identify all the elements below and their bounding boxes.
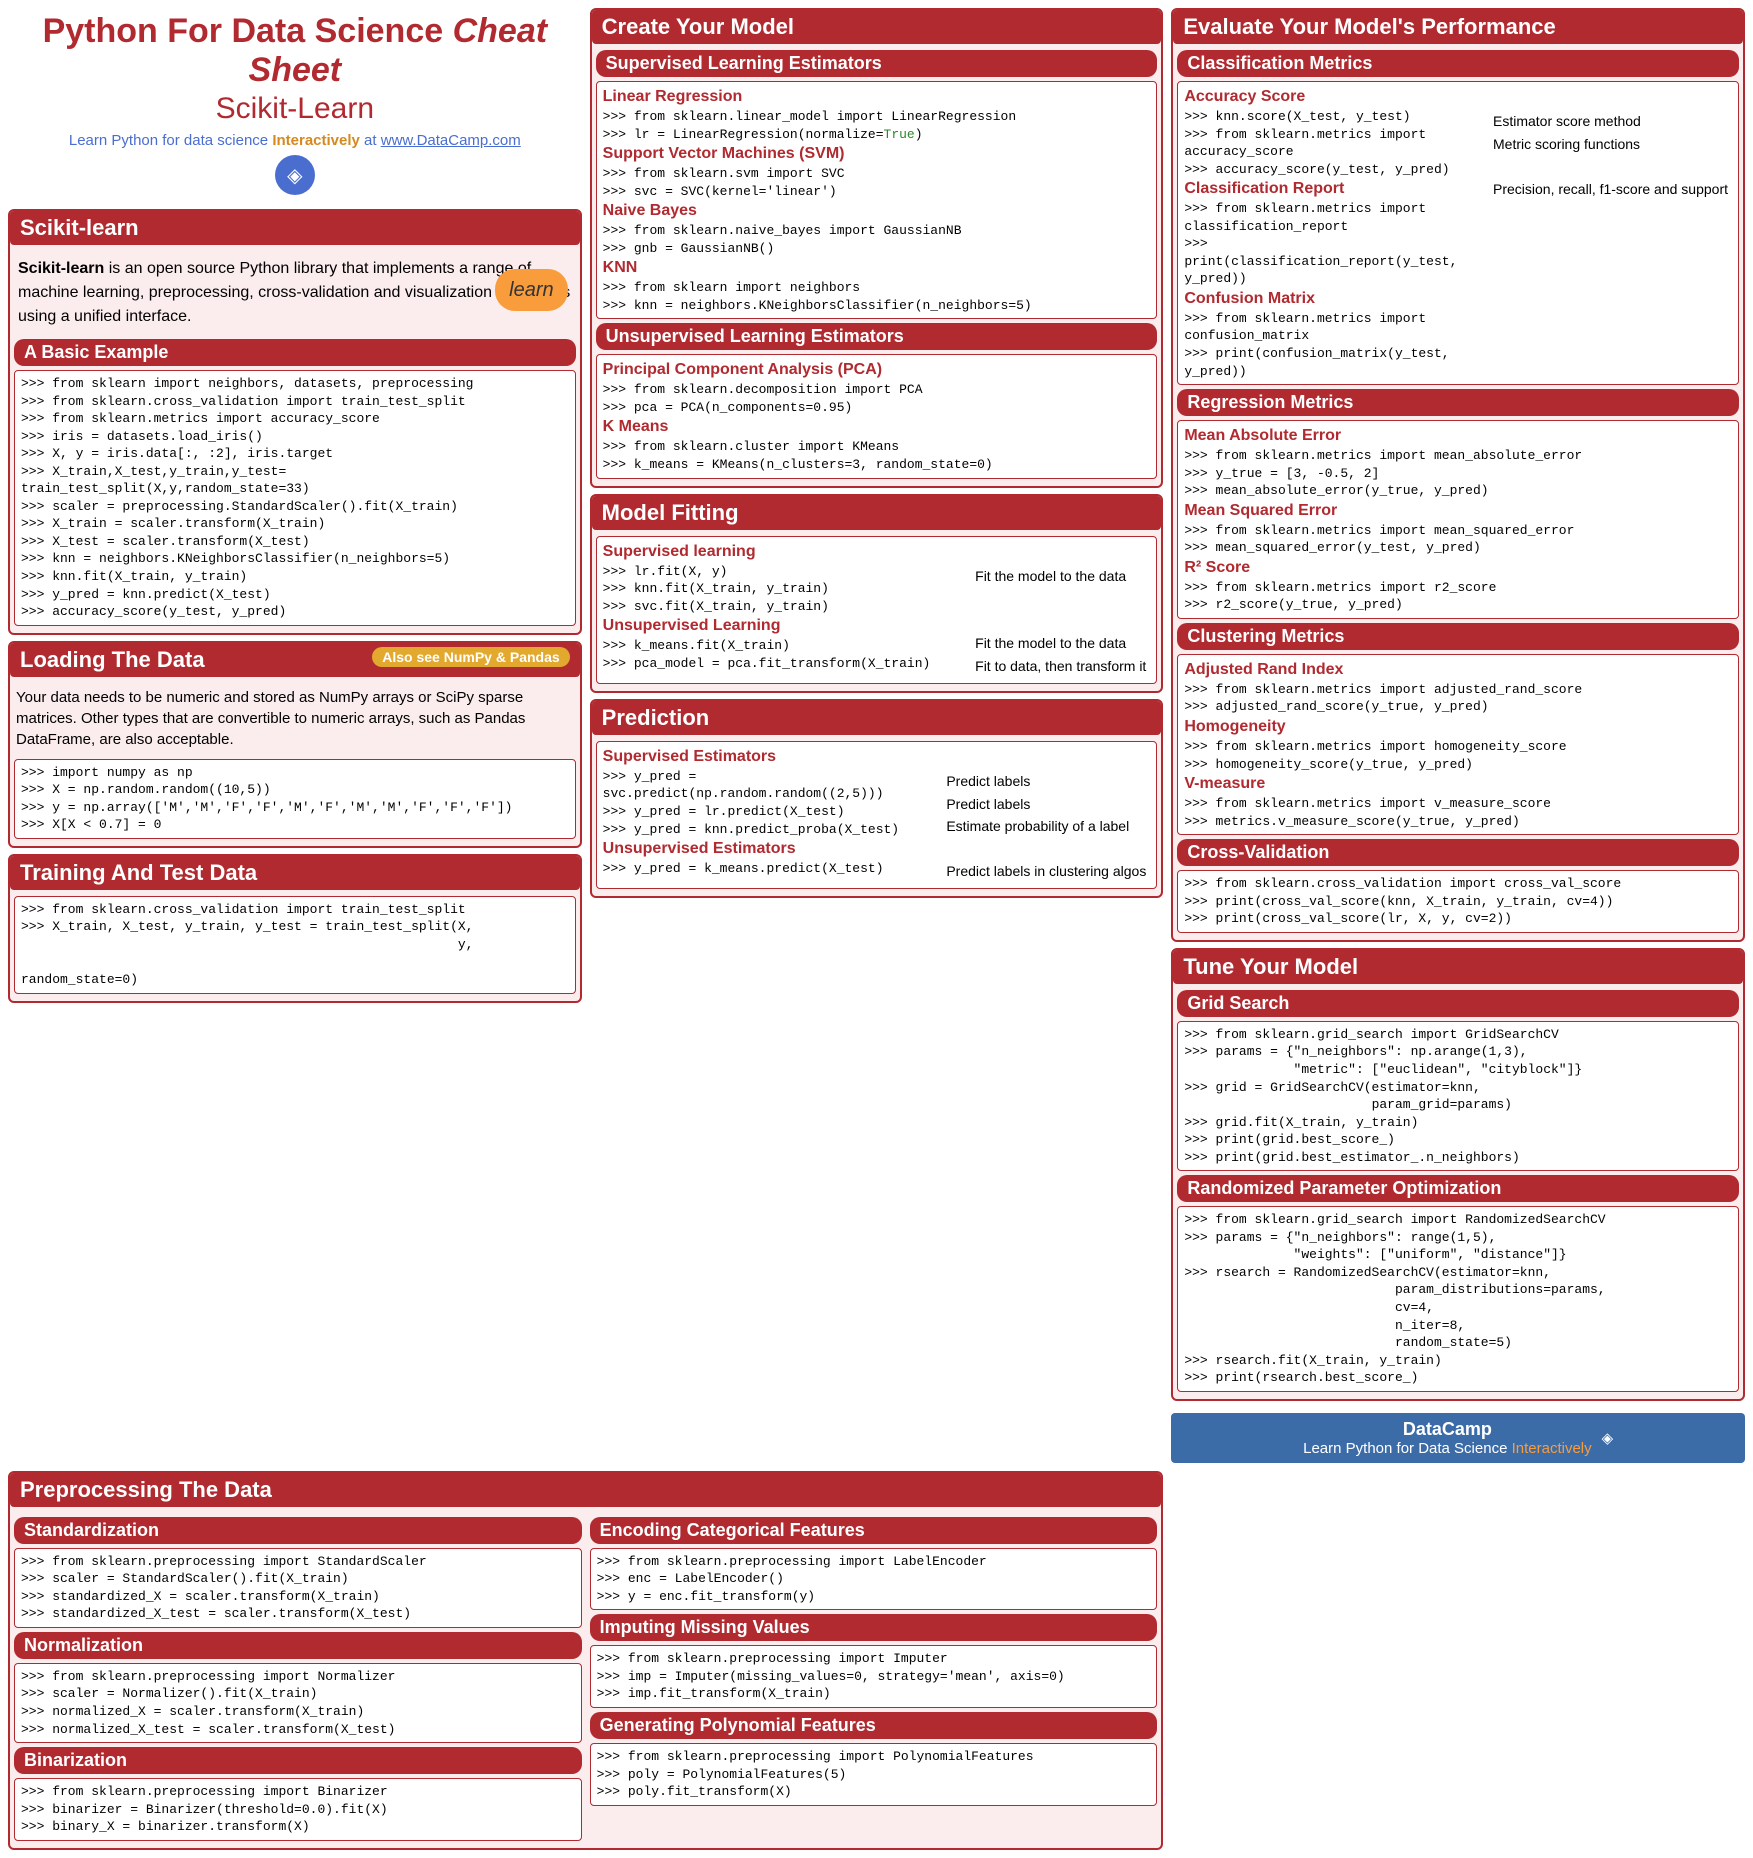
nb-title: Naive Bayes [603, 202, 1151, 220]
linreg-title: Linear Regression [603, 88, 1151, 106]
loading-data-section: Loading The Data Also see NumPy & Pandas… [8, 641, 582, 848]
also-see-badge: Also see NumPy & Pandas [372, 647, 569, 667]
datacamp-icon: ◈ [275, 155, 315, 195]
create-model-section: Create Your Model Supervised Learning Es… [590, 8, 1164, 488]
footer: DataCamp Learn Python for Data Science I… [1171, 1413, 1745, 1463]
header: Python For Data Science Cheat Sheet Scik… [8, 8, 582, 203]
sklearn-logo-icon: learn [495, 269, 567, 311]
datacamp-link[interactable]: www.DataCamp.com [381, 132, 521, 149]
preprocessing-section: Preprocessing The Data Standardization >… [8, 1471, 1163, 1850]
svm-title: Support Vector Machines (SVM) [603, 145, 1151, 163]
pca-title: Principal Component Analysis (PCA) [603, 361, 1151, 379]
datacamp-footer-icon: ◈ [1602, 1429, 1614, 1447]
model-fitting-section: Model Fitting Supervised learning >>> lr… [590, 494, 1164, 693]
section-title: Scikit-learn [10, 211, 580, 245]
page-subtitle: Scikit-Learn [8, 92, 582, 126]
training-data-section: Training And Test Data >>> from sklearn.… [8, 854, 582, 1003]
training-code: >>> from sklearn.cross_validation import… [21, 901, 569, 989]
evaluate-section: Evaluate Your Model's Performance Classi… [1171, 8, 1745, 942]
loading-para: Your data needs to be numeric and stored… [14, 683, 576, 756]
knn-title: KNN [603, 259, 1151, 277]
kmeans-title: K Means [603, 418, 1151, 436]
loading-code: >>> import numpy as np >>> X = np.random… [21, 764, 569, 834]
basic-example-code: >>> from sklearn import neighbors, datas… [21, 375, 569, 621]
basic-example-head: A Basic Example [14, 339, 576, 366]
tune-section: Tune Your Model Grid Search >>> from skl… [1171, 948, 1745, 1401]
prediction-section: Prediction Supervised Estimators >>> y_p… [590, 699, 1164, 898]
page-title: Python For Data Science Cheat Sheet [8, 12, 582, 90]
scikit-learn-section: Scikit-learn Scikit-learn is an open sou… [8, 209, 582, 635]
tagline: Learn Python for data science Interactiv… [8, 132, 582, 149]
